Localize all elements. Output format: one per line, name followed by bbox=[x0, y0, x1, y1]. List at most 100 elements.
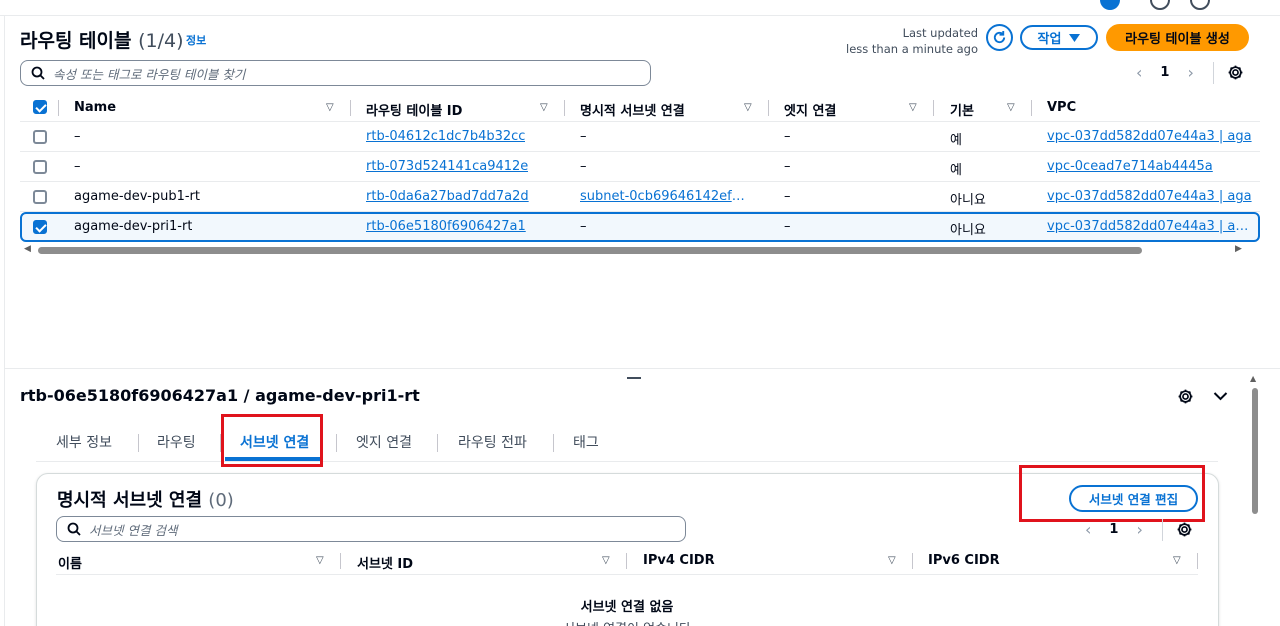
table-row[interactable]: agame-dev-pub1-rt rtb-0da6a27bad7dd7a2d … bbox=[20, 182, 1260, 212]
cell-vpc-link[interactable]: vpc-037dd582dd07e44a3 | aga bbox=[1047, 189, 1252, 204]
refresh-button[interactable] bbox=[986, 24, 1013, 51]
tab-details[interactable]: 세부 정보 bbox=[56, 432, 112, 452]
sort-icon[interactable]: ▽ bbox=[316, 555, 324, 566]
scroll-right-icon[interactable]: ▶ bbox=[1235, 244, 1242, 254]
create-route-table-button[interactable]: 라우팅 테이블 생성 bbox=[1106, 24, 1249, 51]
cell-edge: – bbox=[784, 219, 791, 234]
next-page-icon[interactable]: › bbox=[1136, 520, 1142, 539]
caret-down-icon bbox=[1069, 33, 1081, 42]
column-header-main[interactable]: 기본 bbox=[950, 100, 974, 119]
scrollbar-thumb[interactable] bbox=[1252, 388, 1258, 514]
detail-title: rtb-06e5180f6906427a1 / agame-dev-pri1-r… bbox=[20, 386, 420, 405]
column-header-explicit-subnet[interactable]: 명시적 서브넷 연결 bbox=[580, 100, 685, 119]
cell-vpc-link[interactable]: vpc-037dd582dd07e44a3 | aga bbox=[1047, 219, 1251, 234]
column-header-route-table-id[interactable]: 라우팅 테이블 ID bbox=[366, 100, 462, 119]
column-header-vpc[interactable]: VPC bbox=[1047, 100, 1076, 115]
column-divider bbox=[933, 100, 934, 116]
actions-dropdown-button[interactable]: 작업 bbox=[1020, 25, 1098, 50]
table-row[interactable]: – rtb-073d524141ca9412e – – 예 vpc-0cead7… bbox=[20, 152, 1260, 182]
cloudshell-icon[interactable] bbox=[1100, 0, 1120, 10]
cell-route-table-id-link[interactable]: rtb-0da6a27bad7dd7a2d bbox=[366, 189, 529, 204]
sort-icon[interactable]: ▽ bbox=[602, 555, 610, 566]
search-placeholder: 속성 또는 태그로 라우팅 테이블 찾기 bbox=[53, 66, 246, 82]
scroll-up-icon[interactable]: ▲ bbox=[1250, 374, 1256, 383]
panel-divider bbox=[4, 16, 5, 626]
split-panel-settings-icon[interactable] bbox=[1177, 388, 1194, 405]
tab-route-propagation[interactable]: 라우팅 전파 bbox=[458, 432, 527, 452]
prev-page-icon[interactable]: ‹ bbox=[1085, 520, 1091, 539]
row-checkbox[interactable] bbox=[33, 190, 47, 204]
tab-divider bbox=[437, 434, 438, 452]
row-checkbox[interactable] bbox=[33, 130, 47, 144]
cell-name: agame-dev-pri1-rt bbox=[74, 219, 193, 234]
column-header-subnet-id[interactable]: 서브넷 ID bbox=[357, 553, 413, 572]
cell-vpc-link[interactable]: vpc-037dd582dd07e44a3 | aga bbox=[1047, 129, 1252, 144]
column-header-name[interactable]: 이름 bbox=[58, 553, 82, 572]
notifications-icon[interactable] bbox=[1150, 0, 1170, 10]
horizontal-scrollbar[interactable]: ◀ ▶ bbox=[20, 244, 1250, 258]
subnet-association-search-input[interactable]: 서브넷 연결 검색 bbox=[56, 516, 686, 542]
split-panel-divider bbox=[4, 368, 1280, 369]
subnet-table-header: 이름 ▽ 서브넷 ID ▽ IPv4 CIDR ▽ IPv6 CIDR ▽ bbox=[56, 547, 1198, 575]
select-all-checkbox[interactable] bbox=[33, 100, 47, 114]
refresh-icon bbox=[993, 30, 1006, 44]
vertical-scrollbar[interactable]: ▲ bbox=[1250, 374, 1260, 626]
route-table-search-input[interactable]: 속성 또는 태그로 라우팅 테이블 찾기 bbox=[20, 60, 651, 86]
cell-vpc-link[interactable]: vpc-0cead7e714ab4445a bbox=[1047, 159, 1213, 174]
search-icon bbox=[67, 522, 81, 536]
cell-route-table-id-link[interactable]: rtb-06e5180f6906427a1 bbox=[366, 219, 526, 234]
tab-routes[interactable]: 라우팅 bbox=[157, 432, 196, 452]
pagination: ‹ 1 › bbox=[1085, 520, 1143, 539]
sort-icon[interactable]: ▽ bbox=[744, 102, 752, 113]
column-divider bbox=[768, 100, 769, 116]
preferences-gear-icon[interactable] bbox=[1176, 521, 1193, 538]
page-number[interactable]: 1 bbox=[1109, 522, 1118, 537]
sort-icon[interactable]: ▽ bbox=[909, 102, 917, 113]
sort-icon[interactable]: ▽ bbox=[540, 102, 548, 113]
selection-count: (1/4) bbox=[138, 30, 184, 52]
cell-main: 아니요 bbox=[950, 223, 986, 238]
cell-name: – bbox=[74, 159, 81, 174]
cell-main: 예 bbox=[950, 133, 962, 148]
settings-icon[interactable] bbox=[1190, 0, 1210, 10]
cell-route-table-id-link[interactable]: rtb-073d524141ca9412e bbox=[366, 159, 528, 174]
panel-title: 명시적 서브넷 연결 (0) bbox=[57, 486, 234, 512]
last-updated-value: less than a minute ago bbox=[846, 42, 978, 56]
column-divider bbox=[58, 100, 59, 116]
preferences-gear-icon[interactable] bbox=[1227, 64, 1244, 81]
column-header-edge[interactable]: 엣지 연결 bbox=[784, 100, 836, 119]
top-navigation-bar bbox=[0, 0, 1280, 16]
row-checkbox[interactable] bbox=[33, 220, 47, 234]
sort-icon[interactable]: ▽ bbox=[326, 102, 334, 113]
divider bbox=[1213, 62, 1214, 84]
cell-route-table-id-link[interactable]: rtb-04612c1dc7b4b32cc bbox=[366, 129, 525, 144]
cell-subnet: – bbox=[580, 159, 587, 174]
sort-icon[interactable]: ▽ bbox=[1173, 555, 1181, 566]
scrollbar-thumb[interactable] bbox=[38, 247, 1142, 254]
page-title: 라우팅 테이블 (1/4) bbox=[20, 26, 184, 53]
table-row-selected[interactable]: agame-dev-pri1-rt rtb-06e5180f6906427a1 … bbox=[20, 212, 1260, 242]
highlight-box-tab bbox=[221, 414, 323, 467]
page-number[interactable]: 1 bbox=[1160, 65, 1169, 80]
sort-icon[interactable]: ▽ bbox=[888, 555, 896, 566]
table-row[interactable]: – rtb-04612c1dc7b4b32cc – – 예 vpc-037dd5… bbox=[20, 122, 1260, 152]
prev-page-icon[interactable]: ‹ bbox=[1136, 63, 1142, 82]
sort-icon[interactable]: ▽ bbox=[1007, 102, 1015, 113]
column-header-ipv6[interactable]: IPv6 CIDR bbox=[928, 553, 1000, 568]
empty-state-description: 서브넷 연결이 없습니다 bbox=[0, 618, 1254, 626]
resize-handle-icon[interactable] bbox=[627, 377, 641, 379]
next-page-icon[interactable]: › bbox=[1187, 63, 1193, 82]
scroll-left-icon[interactable]: ◀ bbox=[24, 244, 31, 254]
cell-subnet: – bbox=[580, 129, 587, 144]
collapse-chevron-down-icon[interactable] bbox=[1213, 391, 1228, 401]
column-header-name[interactable]: Name bbox=[74, 100, 116, 115]
info-link[interactable]: 정보 bbox=[186, 32, 206, 48]
tab-divider bbox=[138, 434, 139, 452]
column-header-ipv4[interactable]: IPv4 CIDR bbox=[643, 553, 715, 568]
cell-subnet-link[interactable]: subnet-0cb69646142ef7… bbox=[580, 189, 752, 204]
tab-tags[interactable]: 태그 bbox=[573, 432, 599, 452]
tab-edge-associations[interactable]: 엣지 연결 bbox=[356, 432, 412, 452]
search-icon bbox=[31, 66, 45, 80]
route-table-header: Name ▽ 라우팅 테이블 ID ▽ 명시적 서브넷 연결 ▽ 엣지 연결 ▽… bbox=[20, 94, 1260, 122]
row-checkbox[interactable] bbox=[33, 160, 47, 174]
